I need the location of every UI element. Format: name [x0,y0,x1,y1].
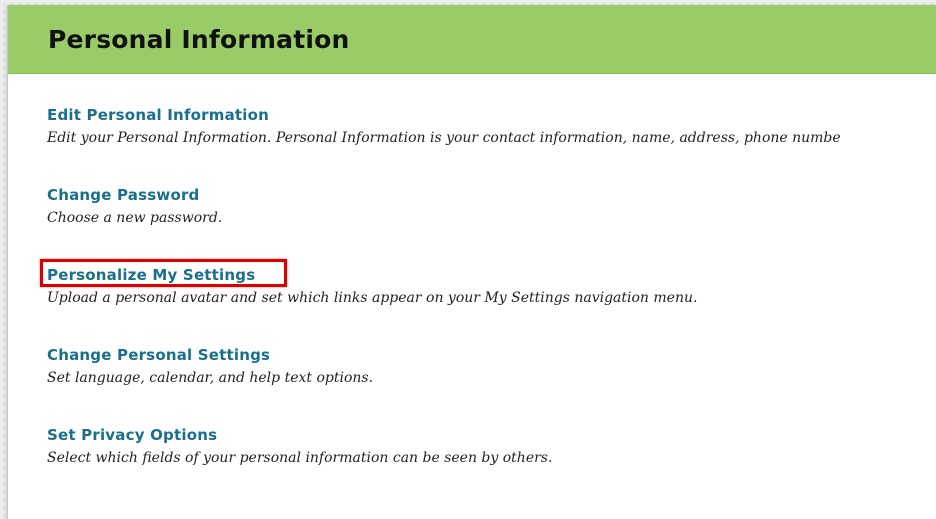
option-description: Select which fields of your personal inf… [47,450,553,466]
option-description: Choose a new password. [47,210,223,226]
option-edit-personal-information: Edit Personal Information Edit your Pers… [47,105,936,185]
option-description: Set language, calendar, and help text op… [47,370,374,386]
personalize-my-settings-link[interactable]: Personalize My Settings [47,265,255,285]
change-personal-settings-link[interactable]: Change Personal Settings [47,345,270,365]
option-description: Upload a personal avatar and set which l… [47,290,698,306]
options-list: Edit Personal Information Edit your Pers… [40,105,936,505]
page-title: Personal Information [48,24,350,54]
panel-header: Personal Information [8,5,936,74]
option-change-personal-settings: Change Personal Settings Set language, c… [47,345,936,425]
option-description: Edit your Personal Information. Personal… [47,130,841,146]
personal-information-panel: Personal Information Edit Personal Infor… [7,5,936,519]
option-change-password: Change Password Choose a new password. [47,185,936,265]
set-privacy-options-link[interactable]: Set Privacy Options [47,425,217,445]
option-personalize-my-settings: Personalize My Settings Upload a persona… [40,259,936,345]
page-background: Personal Information Edit Personal Infor… [0,0,936,519]
change-password-link[interactable]: Change Password [47,185,200,205]
option-set-privacy-options: Set Privacy Options Select which fields … [47,425,936,505]
edit-personal-information-link[interactable]: Edit Personal Information [47,105,269,125]
